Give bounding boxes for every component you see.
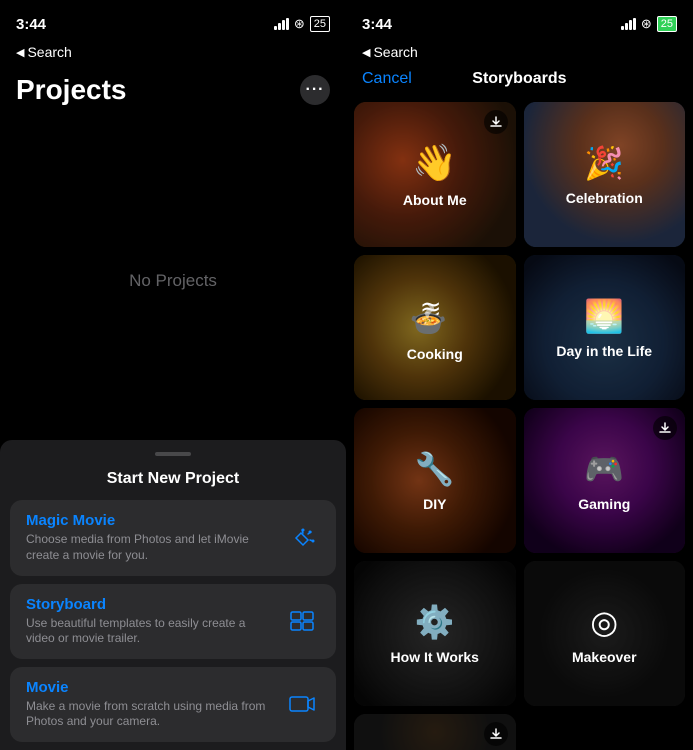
right-battery-icon: 25 [657, 16, 677, 32]
right-back-nav[interactable]: ◀ Search [362, 44, 418, 60]
template-diy[interactable]: 🔧 DIY [354, 408, 516, 553]
gaming-icon: 🎮 [584, 450, 624, 488]
storyboards-title: Storyboards [472, 70, 566, 88]
makeover-label: Makeover [572, 649, 637, 665]
template-day-in-life[interactable]: 🌅 Day in the Life [524, 255, 686, 400]
makeover-content: ◎ Makeover [524, 561, 686, 706]
makeover-icon: ◎ [590, 603, 618, 641]
right-status-icons: ⊛ 25 [621, 16, 677, 32]
no-projects-label: No Projects [129, 271, 217, 291]
storyboard-desc: Use beautiful templates to easily create… [26, 616, 276, 647]
how-works-label: How It Works [391, 649, 479, 665]
diy-icon: 🔧 [415, 450, 455, 488]
left-panel: 3:44 ⊛ 25 ◀ Search Projects ··· No Proje… [0, 0, 346, 750]
magic-movie-desc: Choose media from Photos and let iMovie … [26, 532, 276, 563]
template-makeover[interactable]: ◎ Makeover [524, 561, 686, 706]
more-button[interactable]: ··· [300, 75, 330, 105]
how-works-icon: ⚙️ [415, 603, 455, 641]
right-back-label: Search [373, 44, 417, 60]
template-about-me[interactable]: 👋 About Me [354, 102, 516, 247]
storyboard-icon [284, 603, 320, 639]
gaming-label: Gaming [578, 496, 630, 512]
about-me-download-badge [484, 110, 508, 134]
storyboards-nav-bar: Cancel Storyboards [346, 70, 693, 98]
about-me-icon: 👋 [412, 142, 457, 184]
how-works-content: ⚙️ How It Works [354, 561, 516, 706]
cooking-icon: ≋ 🍲 [410, 294, 460, 338]
celebration-label: Celebration [566, 190, 643, 206]
day-in-life-label: Day in the Life [556, 343, 652, 359]
right-nav: ◀ Search [346, 44, 693, 70]
drag-handle[interactable] [155, 452, 191, 456]
template-celebration[interactable]: 🎉 Celebration [524, 102, 686, 247]
left-status-icons: ⊛ 25 [274, 16, 330, 32]
diy-content: 🔧 DIY [354, 408, 516, 553]
partial-download-badge [484, 722, 508, 746]
template-cooking[interactable]: ≋ 🍲 Cooking [354, 255, 516, 400]
back-label: Search [27, 44, 71, 60]
movie-desc: Make a movie from scratch using media fr… [26, 699, 276, 730]
templates-grid: 👋 About Me 🎉 Celebration ≋ 🍲 Cooking [346, 98, 693, 750]
storyboard-text: Storyboard Use beautiful templates to ea… [26, 596, 276, 647]
about-me-label: About Me [403, 192, 467, 208]
magic-movie-option[interactable]: Magic Movie Choose media from Photos and… [10, 500, 336, 575]
left-time: 3:44 [16, 16, 46, 33]
more-icon: ··· [306, 81, 325, 99]
magic-movie-name: Magic Movie [26, 512, 276, 529]
right-back-arrow-icon: ◀ [362, 46, 370, 59]
day-in-life-content: 🌅 Day in the Life [524, 255, 686, 400]
projects-header: Projects ··· [0, 66, 346, 122]
magic-movie-icon [284, 520, 320, 556]
right-status-bar: 3:44 ⊛ 25 [346, 0, 693, 44]
movie-option[interactable]: Movie Make a movie from scratch using me… [10, 667, 336, 742]
left-back-nav[interactable]: ◀ Search [0, 44, 346, 66]
storyboard-option[interactable]: Storyboard Use beautiful templates to ea… [10, 584, 336, 659]
celebration-icon: 🎉 [584, 144, 624, 182]
back-arrow-icon: ◀ [16, 46, 24, 59]
cooking-content: ≋ 🍲 Cooking [354, 255, 516, 400]
storyboard-name: Storyboard [26, 596, 276, 613]
battery-icon: 25 [310, 16, 330, 32]
template-how-works[interactable]: ⚙️ How It Works [354, 561, 516, 706]
start-new-title: Start New Project [0, 470, 346, 488]
right-panel: 3:44 ⊛ 25 ◀ Search Cancel Storyboards [346, 0, 693, 750]
left-status-bar: 3:44 ⊛ 25 [0, 0, 346, 44]
right-wifi-icon: ⊛ [641, 16, 652, 32]
right-signal-icon [621, 18, 636, 30]
movie-text: Movie Make a movie from scratch using me… [26, 679, 276, 730]
magic-movie-text: Magic Movie Choose media from Photos and… [26, 512, 276, 563]
no-projects-area: No Projects [0, 122, 346, 440]
cooking-label: Cooking [407, 346, 463, 362]
day-in-life-icon: 🌅 [584, 297, 624, 335]
right-time: 3:44 [362, 16, 392, 33]
wifi-icon: ⊛ [294, 16, 305, 32]
gaming-download-badge [653, 416, 677, 440]
movie-name: Movie [26, 679, 276, 696]
movie-icon [284, 686, 320, 722]
bottom-sheet: Start New Project Magic Movie Choose med… [0, 440, 346, 750]
projects-title: Projects [16, 74, 127, 106]
cancel-button[interactable]: Cancel [362, 70, 412, 88]
celebration-content: 🎉 Celebration [524, 102, 686, 247]
template-partial[interactable] [354, 714, 516, 750]
diy-label: DIY [423, 496, 446, 512]
template-gaming[interactable]: 🎮 Gaming [524, 408, 686, 553]
signal-icon [274, 18, 289, 30]
